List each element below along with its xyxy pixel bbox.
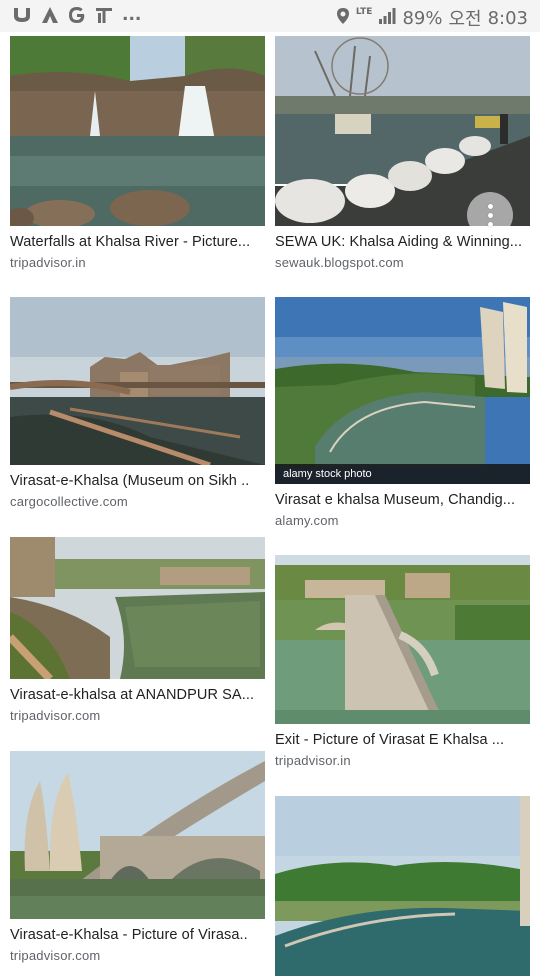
- result-domain: tripadvisor.in: [10, 255, 86, 270]
- image-result[interactable]: alamy stock photo Virasat e khalsa Museu…: [275, 297, 530, 528]
- location-icon: [336, 7, 350, 30]
- result-caption[interactable]: Virasat-e-Khalsa (Museum on Sikh ..: [10, 473, 265, 489]
- image-result[interactable]: Waterfalls at Khalsa River - Picture... …: [10, 36, 265, 270]
- image-result[interactable]: Exit - Picture of Virasat E Khalsa ... t…: [275, 555, 530, 768]
- results-column-right: SEWA UK: Khalsa Aiding & Winning... sewa…: [275, 36, 530, 976]
- image-result[interactable]: Virasat-e-Khalsa - Picture of Virasa.. t…: [10, 751, 265, 963]
- result-thumbnail[interactable]: [10, 751, 265, 919]
- result-thumbnail[interactable]: [10, 537, 265, 679]
- time-ampm: 오전: [448, 9, 482, 30]
- result-domain: cargocollective.com: [10, 494, 128, 509]
- more-notifications: ...: [122, 5, 142, 25]
- battery-level: 89%: [402, 7, 443, 29]
- result-domain: tripadvisor.com: [10, 708, 101, 723]
- result-thumbnail[interactable]: [275, 796, 530, 976]
- result-thumbnail[interactable]: [10, 297, 265, 465]
- image-result[interactable]: Virasat-e-khalsa at ANANDPUR SA... tripa…: [10, 537, 265, 723]
- watermark-label: alamy stock photo: [275, 464, 530, 484]
- image-result[interactable]: Virasat-e-Khalsa (Museum on Sikh .. carg…: [10, 297, 265, 509]
- dot-icon: [487, 203, 493, 209]
- app-icon-a: [41, 6, 59, 24]
- result-domain: sewauk.blogspot.com: [275, 255, 404, 270]
- dot-icon: [487, 221, 493, 227]
- result-caption[interactable]: Exit - Picture of Virasat E Khalsa ...: [275, 732, 530, 748]
- dot-icon: [487, 212, 493, 218]
- result-thumbnail[interactable]: [275, 555, 530, 724]
- result-caption[interactable]: Virasat-e-Khalsa - Picture of Virasa..: [10, 927, 265, 943]
- google-icon: [68, 6, 86, 24]
- result-domain: tripadvisor.in: [275, 753, 351, 768]
- result-thumbnail[interactable]: alamy stock photo: [275, 297, 530, 484]
- result-thumbnail[interactable]: [10, 36, 265, 226]
- status-bar: ... LTE 89% 오전 8:03: [0, 0, 540, 32]
- result-domain: alamy.com: [275, 513, 339, 528]
- more-options-button[interactable]: [467, 192, 513, 238]
- result-domain: tripadvisor.com: [10, 948, 101, 963]
- result-caption[interactable]: Virasat e khalsa Museum, Chandig...: [275, 492, 530, 508]
- app-icon-u: [12, 6, 32, 24]
- image-result[interactable]: [275, 796, 530, 976]
- result-caption[interactable]: Virasat-e-khalsa at ANANDPUR SA...: [10, 687, 265, 703]
- results-column-left: Waterfalls at Khalsa River - Picture... …: [10, 36, 265, 963]
- result-caption[interactable]: Waterfalls at Khalsa River - Picture...: [10, 234, 265, 250]
- time: 8:03: [487, 7, 528, 29]
- signal-icon: [378, 7, 396, 29]
- tv-icon: [95, 6, 113, 24]
- network-type: LTE: [355, 7, 373, 17]
